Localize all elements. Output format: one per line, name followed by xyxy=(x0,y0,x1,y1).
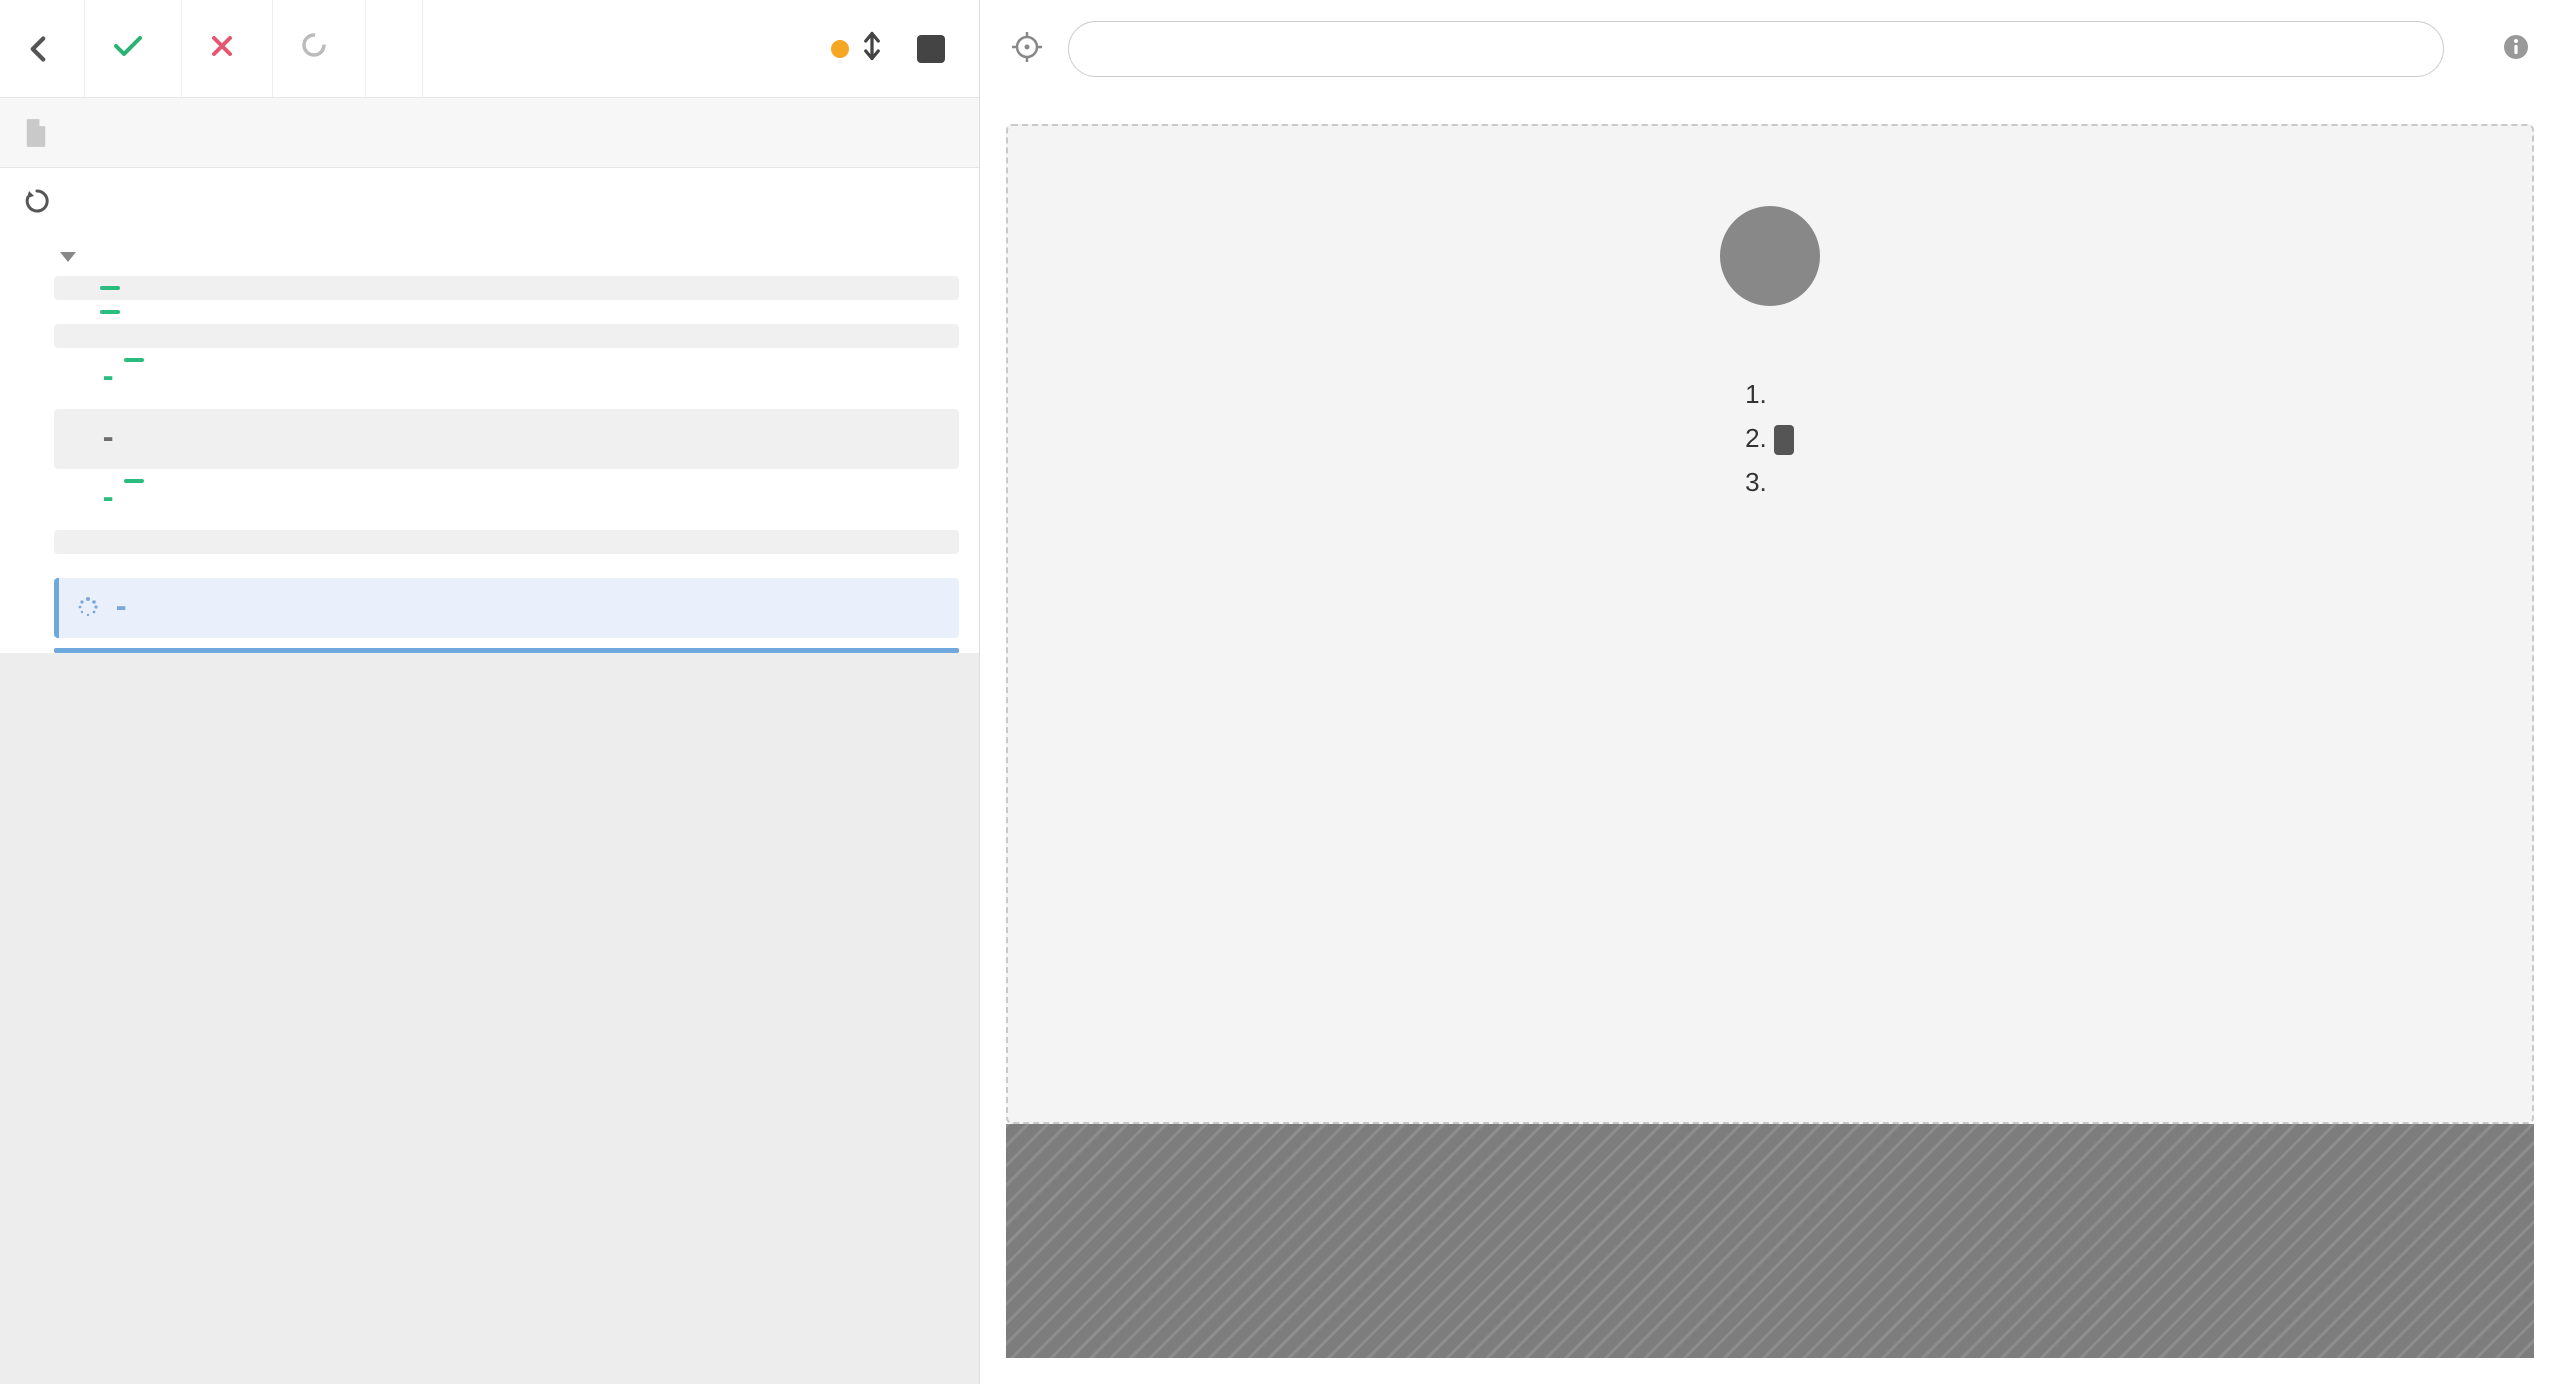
spec-file-row[interactable] xyxy=(0,98,979,168)
command-row[interactable] xyxy=(54,554,959,578)
auto-scroll-indicator[interactable] xyxy=(831,31,883,66)
chevron-left-icon xyxy=(28,35,48,63)
code-chip xyxy=(1774,425,1794,455)
list-item xyxy=(1774,372,1794,416)
spinner-icon xyxy=(77,596,99,618)
selector-playground-button[interactable] xyxy=(1010,30,1044,69)
assert-badge xyxy=(100,286,120,290)
cypress-logo-icon xyxy=(1720,206,1820,306)
x-icon xyxy=(210,33,234,65)
command-progress-bar xyxy=(54,648,959,653)
test-title-row[interactable] xyxy=(0,168,979,234)
caret-down-icon xyxy=(60,252,76,262)
crosshair-icon xyxy=(1010,30,1044,64)
test-body-header[interactable] xyxy=(0,238,979,276)
aut-overflow-area xyxy=(1006,1124,2534,1358)
command-row[interactable] xyxy=(54,300,959,324)
command-row[interactable] xyxy=(54,276,959,300)
assert-badge xyxy=(124,358,144,362)
updown-arrows-icon xyxy=(861,31,883,66)
command-log: - - - xyxy=(0,276,979,648)
aut-panel xyxy=(980,0,2560,1384)
assert-badge xyxy=(124,479,144,483)
aut-stage xyxy=(980,98,2560,1384)
test-body: - - - xyxy=(0,234,979,653)
info-icon xyxy=(2502,33,2530,61)
list-item xyxy=(1774,416,1794,460)
command-row-pending[interactable]: - xyxy=(54,578,959,639)
reporter-header xyxy=(0,0,979,98)
command-row[interactable] xyxy=(54,530,959,554)
stats-pending[interactable] xyxy=(273,0,366,97)
stop-button[interactable] xyxy=(917,35,945,63)
aut-iframe-placeholder xyxy=(1006,124,2534,1124)
timer xyxy=(366,0,423,97)
back-to-tests[interactable] xyxy=(0,0,85,97)
blank-page-steps xyxy=(1746,372,1794,505)
command-row[interactable] xyxy=(54,324,959,348)
check-icon xyxy=(113,33,143,65)
command-row[interactable]: - xyxy=(54,348,959,409)
viewport-info-button[interactable] xyxy=(2502,33,2530,66)
aut-header xyxy=(980,0,2560,98)
url-input[interactable] xyxy=(1068,21,2444,77)
amber-dot-icon xyxy=(831,40,849,58)
command-row[interactable]: - xyxy=(54,409,959,470)
stats-failed[interactable] xyxy=(182,0,273,97)
list-item xyxy=(1774,460,1794,504)
assert-badge xyxy=(100,310,120,314)
pending-icon xyxy=(301,32,327,65)
running-icon xyxy=(24,188,50,214)
command-row[interactable]: - xyxy=(54,469,959,530)
file-icon xyxy=(24,118,48,148)
reporter-panel: - - - xyxy=(0,0,980,1384)
stats-passed[interactable] xyxy=(85,0,182,97)
